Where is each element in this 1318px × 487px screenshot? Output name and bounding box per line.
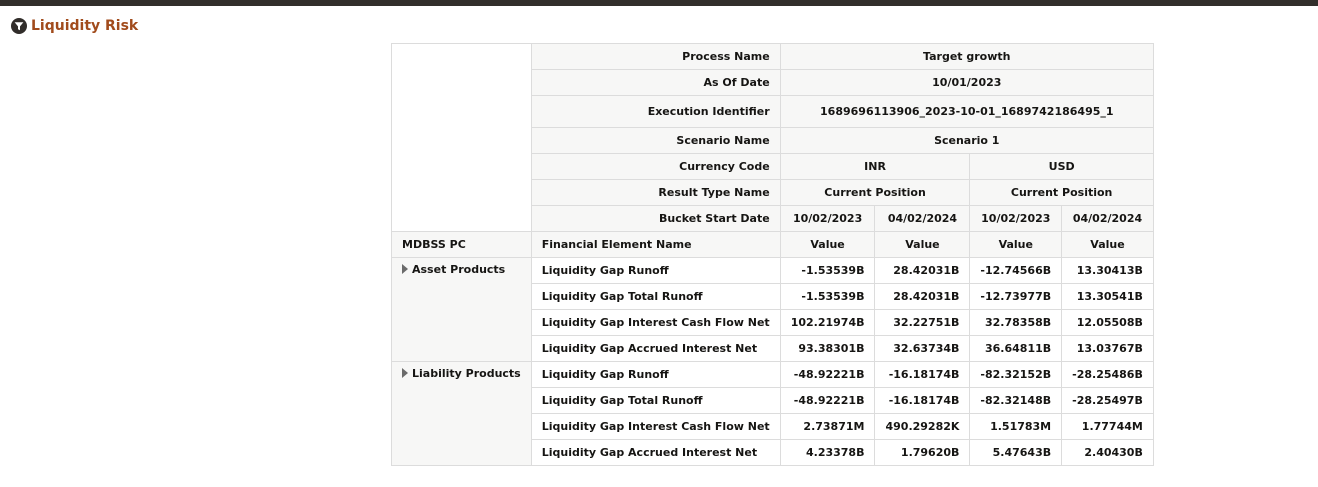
value-cell: 32.22751B [874, 309, 971, 336]
as-of-date-label: As Of Date [530, 69, 781, 96]
group-liability-products[interactable]: Liability Products [391, 361, 532, 466]
scenario-name-value: Scenario 1 [779, 127, 1154, 154]
top-bar [0, 0, 1318, 6]
process-name-label: Process Name [530, 43, 781, 70]
as-of-date-value: 10/01/2023 [779, 69, 1154, 96]
result-type-inr: Current Position [779, 179, 971, 206]
bucket-date: 04/02/2024 [1061, 205, 1154, 232]
result-type-label: Result Type Name [530, 179, 781, 206]
expand-triangle-icon[interactable] [402, 368, 408, 378]
value-cell: 32.63734B [874, 335, 971, 362]
scenario-name-label: Scenario Name [530, 127, 781, 154]
group-label: Liability Products [412, 367, 521, 380]
currency-code-label: Currency Code [530, 153, 781, 180]
element-name: Liquidity Gap Accrued Interest Net [530, 335, 781, 362]
group-asset-products[interactable]: Asset Products [391, 257, 532, 362]
value-cell: -28.25497B [1061, 387, 1154, 414]
mdbss-pc-header: MDBSS PC [391, 231, 532, 258]
value-cell: -48.92221B [779, 387, 876, 414]
report-title: Liquidity Risk [31, 18, 139, 34]
corner-cell [391, 43, 532, 232]
value-cell: 13.30541B [1061, 283, 1154, 310]
value-cell: -48.92221B [779, 361, 876, 388]
table-row: Liability Products Liquidity Gap Runoff … [391, 361, 1154, 466]
report-header: Liquidity Risk [11, 17, 138, 35]
value-cell: -82.32152B [969, 361, 1063, 388]
execution-identifier-label: Execution Identifier [530, 95, 781, 128]
process-name-value: Target growth [779, 43, 1154, 70]
value-cell: -82.32148B [969, 387, 1063, 414]
element-name: Liquidity Gap Total Runoff [530, 283, 781, 310]
financial-element-header: Financial Element Name [530, 231, 781, 258]
value-cell: -12.74566B [969, 257, 1063, 284]
value-cell: 2.40430B [1061, 439, 1154, 466]
execution-identifier-value: 1689696113906_2023-10-01_1689742186495_1 [779, 95, 1154, 128]
value-cell: 28.42031B [874, 283, 971, 310]
value-cell: 28.42031B [874, 257, 971, 284]
value-cell: 13.30413B [1061, 257, 1154, 284]
element-name: Liquidity Gap Interest Cash Flow Net [530, 413, 781, 440]
value-cell: 2.73871M [779, 413, 876, 440]
value-cell: 36.64811B [969, 335, 1063, 362]
value-cell: -28.25486B [1061, 361, 1154, 388]
bucket-date: 10/02/2023 [969, 205, 1063, 232]
bucket-date: 04/02/2024 [874, 205, 971, 232]
value-cell: 1.77744M [1061, 413, 1154, 440]
currency-usd: USD [969, 153, 1154, 180]
result-type-usd: Current Position [969, 179, 1154, 206]
value-cell: -16.18174B [874, 387, 971, 414]
table-row: Asset Products Liquidity Gap Runoff -1.5… [391, 257, 1154, 362]
value-cell: -16.18174B [874, 361, 971, 388]
value-cell: 490.29282K [874, 413, 971, 440]
filter-icon[interactable] [11, 18, 27, 34]
element-name: Liquidity Gap Accrued Interest Net [530, 439, 781, 466]
element-name: Liquidity Gap Runoff [530, 257, 781, 284]
value-cell: 1.51783M [969, 413, 1063, 440]
bucket-date: 10/02/2023 [779, 205, 876, 232]
currency-inr: INR [779, 153, 971, 180]
value-cell: 4.23378B [779, 439, 876, 466]
value-cell: -1.53539B [779, 283, 876, 310]
expand-triangle-icon[interactable] [402, 264, 408, 274]
value-cell: -12.73977B [969, 283, 1063, 310]
value-cell: 102.21974B [779, 309, 876, 336]
value-header: Value [779, 231, 876, 258]
value-header: Value [874, 231, 971, 258]
value-cell: 32.78358B [969, 309, 1063, 336]
value-cell: 12.05508B [1061, 309, 1154, 336]
value-header: Value [1061, 231, 1154, 258]
group-label: Asset Products [412, 263, 506, 276]
pivot-table: Process Name Target growth As Of Date 10… [391, 43, 1154, 466]
element-name: Liquidity Gap Runoff [530, 361, 781, 388]
value-cell: 1.79620B [874, 439, 971, 466]
element-name: Liquidity Gap Interest Cash Flow Net [530, 309, 781, 336]
value-cell: 13.03767B [1061, 335, 1154, 362]
value-cell: 5.47643B [969, 439, 1063, 466]
bucket-start-label: Bucket Start Date [530, 205, 781, 232]
element-name: Liquidity Gap Total Runoff [530, 387, 781, 414]
value-cell: 93.38301B [779, 335, 876, 362]
value-header: Value [969, 231, 1063, 258]
value-cell: -1.53539B [779, 257, 876, 284]
